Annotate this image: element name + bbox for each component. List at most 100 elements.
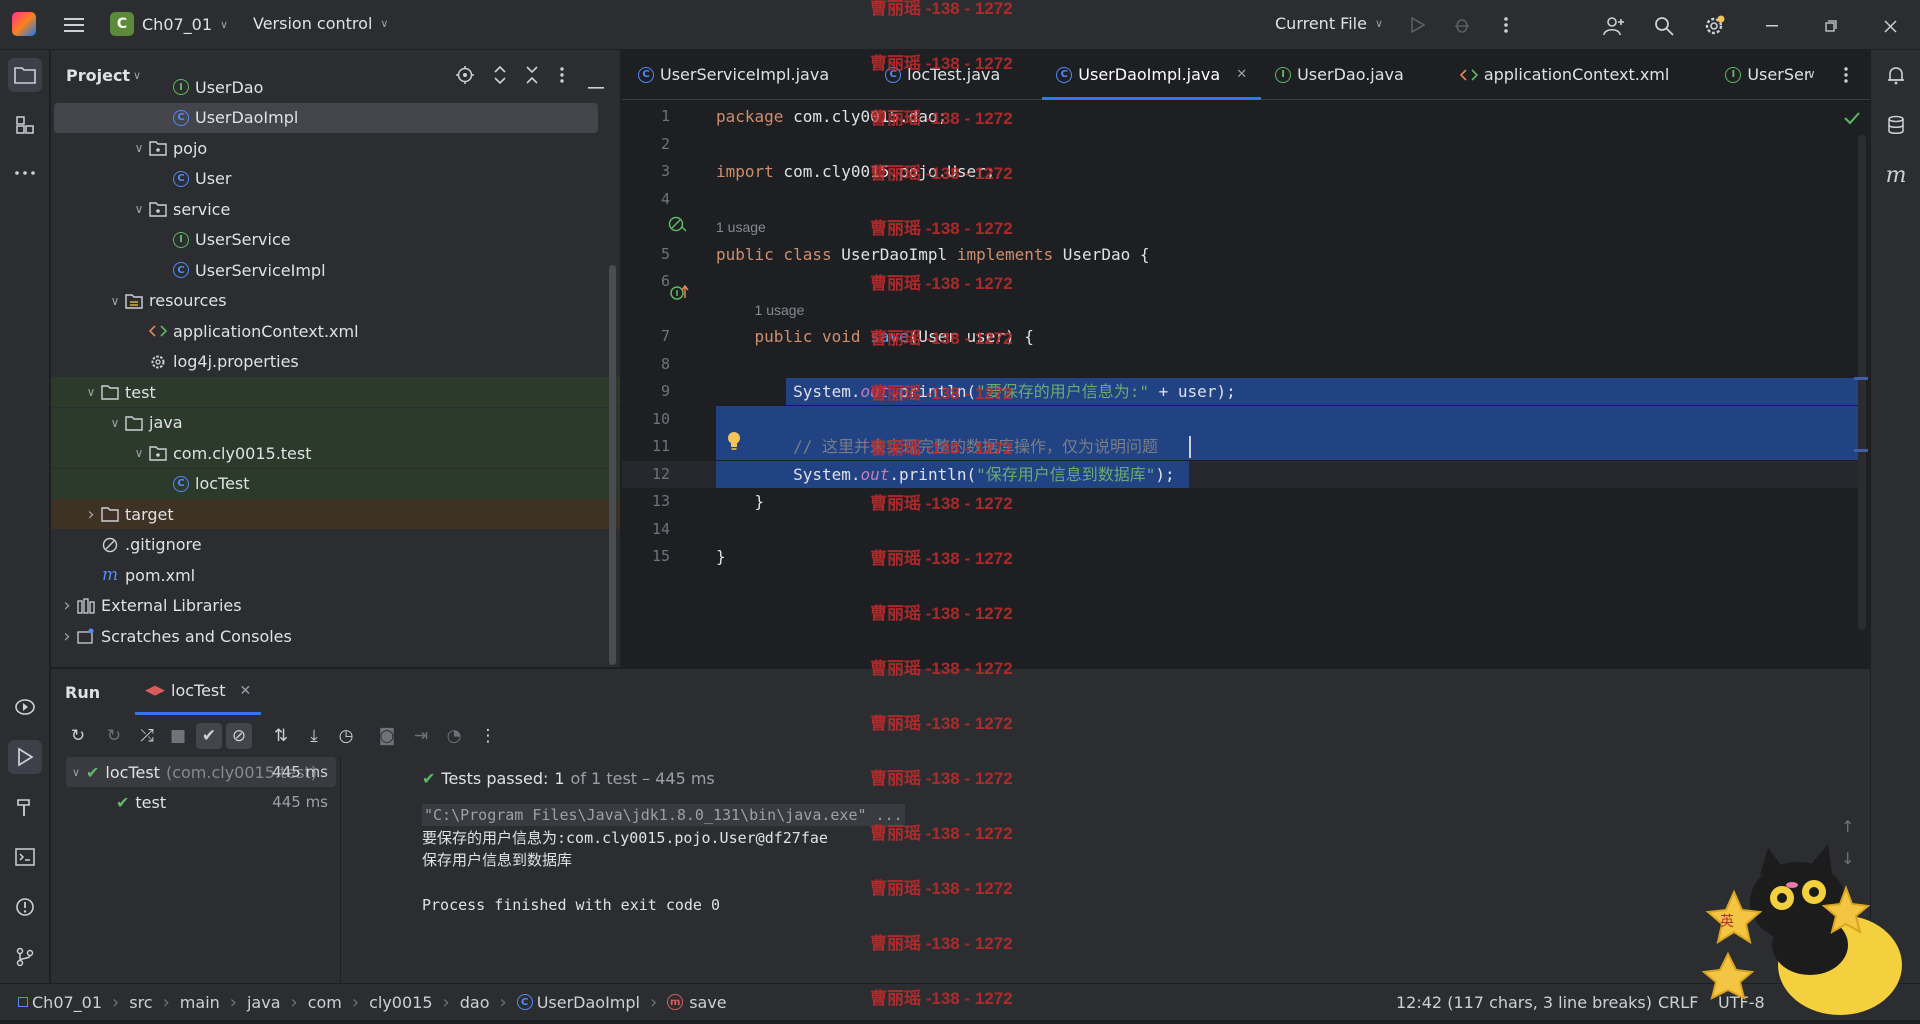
- close-window-button[interactable]: [1876, 12, 1904, 40]
- run-title[interactable]: Run: [65, 683, 100, 702]
- export-icon[interactable]: ⇥: [408, 723, 434, 749]
- tab-options-icon[interactable]: [1844, 66, 1848, 88]
- breadcrumb-item[interactable]: main: [180, 993, 220, 1012]
- rerun-failed-icon[interactable]: ↻: [101, 723, 127, 749]
- show-passed-icon[interactable]: ✔: [196, 723, 222, 749]
- settings-button[interactable]: [1700, 12, 1728, 40]
- tree-item[interactable]: › target: [51, 499, 620, 529]
- tree-item[interactable]: ClocTest: [51, 468, 620, 499]
- run-config-selector[interactable]: Current File ∨: [1275, 14, 1383, 33]
- structure-tool-button[interactable]: [8, 108, 42, 142]
- editor-tab[interactable]: I UserDao.java: [1261, 50, 1418, 100]
- chevron-down-icon[interactable]: ∨: [129, 202, 149, 216]
- test-tree-row-root[interactable]: ∨ ✔ locTest (com.cly0015.test) 445 ms: [66, 757, 336, 787]
- project-tool-button[interactable]: [8, 58, 42, 92]
- code-line[interactable]: 3 import com.cly0015.pojo.User;: [622, 158, 1862, 185]
- import-tests-icon[interactable]: ◙: [374, 723, 400, 749]
- git-tool-button[interactable]: [8, 940, 42, 974]
- code-line[interactable]: 10: [622, 405, 1862, 433]
- console-output[interactable]: "C:\Program Files\Java\jdk1.8.0_131\bin\…: [422, 804, 1842, 982]
- stop-icon[interactable]: ■: [165, 723, 191, 749]
- code-line[interactable]: 4: [622, 186, 1862, 213]
- run-tool-button[interactable]: [8, 740, 42, 774]
- breadcrumb-item[interactable]: UserDaoImpl: [537, 993, 640, 1012]
- tree-item[interactable]: › External Libraries: [51, 591, 620, 621]
- coverage-icon[interactable]: ◔: [441, 723, 467, 749]
- tree-item[interactable]: ∨ test: [51, 377, 620, 407]
- implements-gutter-icon[interactable]: [667, 215, 689, 237]
- maven-tool-button[interactable]: m: [1879, 158, 1913, 192]
- breadcrumb-item[interactable]: dao: [460, 993, 490, 1012]
- code-line[interactable]: 5 public class UserDaoImpl implements Use…: [622, 241, 1862, 268]
- chevron-down-icon[interactable]: ∨: [81, 385, 101, 399]
- scroll-down-icon[interactable]: ↓: [1841, 849, 1854, 868]
- project-widget[interactable]: C Ch07_01 ∨: [110, 12, 228, 36]
- tree-item[interactable]: I UserDao: [51, 72, 620, 102]
- build-tool-button[interactable]: [8, 790, 42, 824]
- breadcrumb-item[interactable]: Ch07_01: [32, 993, 102, 1012]
- sort-duration-icon[interactable]: ⤓: [301, 723, 327, 749]
- code-line[interactable]: 7 public void save(User user) {: [622, 323, 1862, 350]
- history-icon[interactable]: ◷: [333, 723, 359, 749]
- chevron-down-icon[interactable]: ∨: [129, 141, 149, 155]
- tree-item[interactable]: applicationContext.xml: [51, 316, 620, 346]
- breadcrumb-item[interactable]: java: [247, 993, 281, 1012]
- editor-scrollbar[interactable]: [1858, 135, 1866, 630]
- notifications-button[interactable]: [1879, 58, 1913, 92]
- tree-item[interactable]: C User: [51, 164, 620, 194]
- tree-item[interactable]: log4j.properties: [51, 347, 620, 377]
- terminal-tool-button[interactable]: [8, 840, 42, 874]
- database-tool-button[interactable]: [1879, 108, 1913, 142]
- code-line[interactable]: 13 }: [622, 488, 1862, 515]
- chevron-right-icon[interactable]: ›: [81, 504, 101, 525]
- chevron-right-icon[interactable]: ›: [57, 595, 77, 616]
- chevron-right-icon[interactable]: ›: [57, 626, 77, 647]
- code-line[interactable]: 15}: [622, 543, 1862, 570]
- test-tree-row-test[interactable]: ✔ test 445 ms: [66, 787, 336, 817]
- tree-item[interactable]: ∨ service: [51, 194, 620, 224]
- file-encoding[interactable]: UTF-8: [1718, 993, 1765, 1012]
- scroll-up-icon[interactable]: ↑: [1841, 817, 1854, 836]
- breadcrumb-item[interactable]: cly0015: [369, 993, 432, 1012]
- main-menu-button[interactable]: [60, 11, 88, 39]
- tree-item[interactable]: C UserServiceImpl: [51, 255, 620, 285]
- code-line[interactable]: 1 usage: [622, 296, 1862, 323]
- code-line[interactable]: 1 usage: [622, 213, 1862, 240]
- editor-tab[interactable]: C UserDaoImpl.java ✕: [1042, 50, 1261, 100]
- breadcrumb-item[interactable]: com: [308, 993, 342, 1012]
- editor-tab[interactable]: ClocTest.java: [871, 50, 1014, 100]
- run-button[interactable]: [1405, 12, 1431, 38]
- search-button[interactable]: [1650, 12, 1678, 40]
- close-icon[interactable]: ✕: [240, 683, 252, 699]
- tree-item[interactable]: ∨ com.cly0015.test: [51, 438, 620, 468]
- code-line[interactable]: 2: [622, 131, 1862, 158]
- more-tools-button[interactable]: [8, 156, 42, 190]
- tree-item[interactable]: ∨ java: [51, 407, 620, 438]
- chevron-down-icon[interactable]: ∨: [105, 294, 125, 308]
- lightbulb-icon[interactable]: [726, 431, 742, 455]
- override-gutter-icon[interactable]: [669, 284, 691, 306]
- show-ignored-icon[interactable]: ⊘: [226, 723, 252, 749]
- chevron-down-icon[interactable]: ∨: [105, 416, 125, 430]
- vcs-widget[interactable]: Version control ∨: [253, 14, 388, 33]
- tree-item[interactable]: ∨ pojo: [51, 133, 620, 163]
- tab-loctest[interactable]: ◀▶ locTest ✕: [135, 669, 262, 715]
- chevron-down-icon[interactable]: ∨: [66, 766, 86, 779]
- code-line[interactable]: 11 // 这里并未实现完整的数据库操作，仅为说明问题: [622, 433, 1862, 460]
- code-editor[interactable]: 1 package com.cly0015.dao; 2 3 import com.cl…: [622, 101, 1862, 667]
- code-line[interactable]: 14: [622, 516, 1862, 543]
- breadcrumb-item[interactable]: save: [689, 993, 726, 1012]
- tree-scrollbar[interactable]: [609, 265, 616, 665]
- chevron-down-icon[interactable]: ∨: [129, 446, 149, 460]
- tree-item[interactable]: › Scratches and Consoles: [51, 621, 620, 651]
- sort-alpha-icon[interactable]: ⇅: [268, 723, 294, 749]
- editor-tab[interactable]: applicationContext.xml: [1446, 50, 1684, 100]
- code-line[interactable]: 9 System.out.println("要保存的用户信息为:" + user…: [622, 378, 1862, 405]
- code-with-me-button[interactable]: [1600, 12, 1628, 40]
- tree-item[interactable]: ∨ resources: [51, 286, 620, 316]
- close-icon[interactable]: ✕: [1236, 67, 1247, 82]
- tree-item[interactable]: .gitignore: [51, 530, 620, 560]
- rerun-icon[interactable]: ↻: [65, 723, 91, 749]
- debug-button[interactable]: [1449, 12, 1475, 38]
- code-line[interactable]: 8: [622, 351, 1862, 378]
